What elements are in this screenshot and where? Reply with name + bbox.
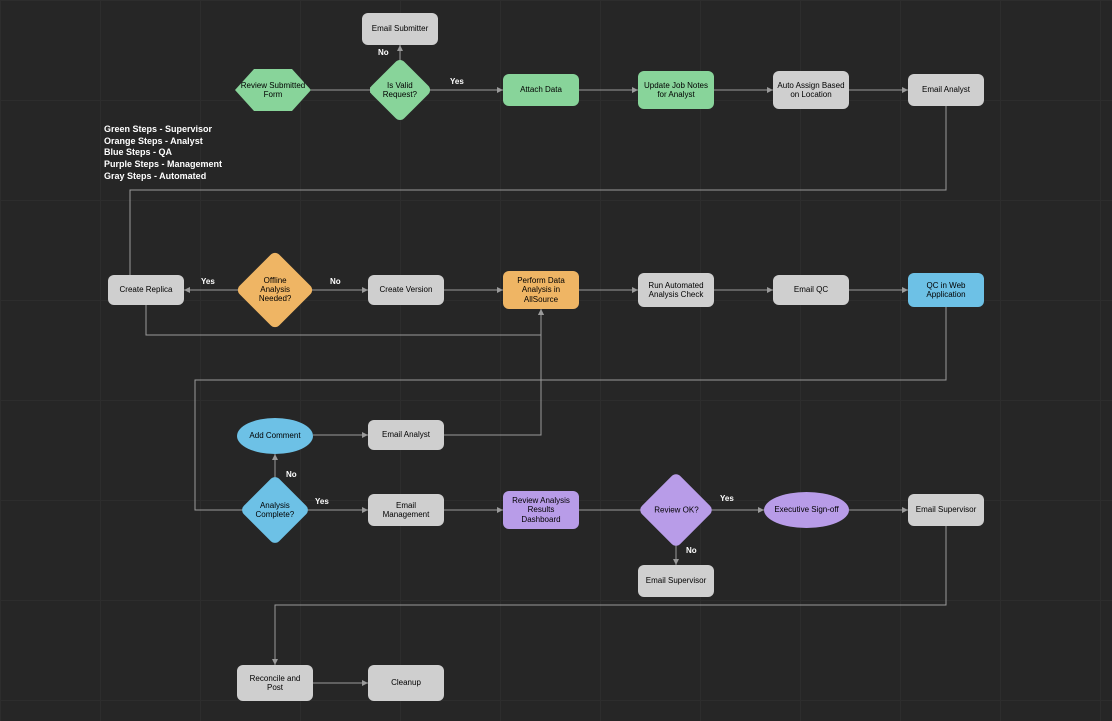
edge-label-yes: Yes — [450, 77, 464, 86]
node-label: Email Management — [372, 501, 440, 519]
legend-line: Green Steps - Supervisor — [104, 124, 222, 136]
node-email-supervisor-1[interactable]: Email Supervisor — [908, 494, 984, 526]
node-label: Create Version — [380, 285, 433, 294]
node-label: Review Analysis Results Dashboard — [507, 496, 575, 524]
node-label: Cleanup — [391, 678, 421, 687]
node-label: Create Replica — [120, 285, 173, 294]
node-email-supervisor-2[interactable]: Email Supervisor — [638, 565, 714, 597]
node-attach-data[interactable]: Attach Data — [503, 74, 579, 106]
legend-line: Gray Steps - Automated — [104, 171, 222, 183]
edge-label-yes: Yes — [720, 494, 734, 503]
node-label: Email Analyst — [922, 85, 970, 94]
legend: Green Steps - Supervisor Orange Steps - … — [104, 124, 222, 182]
node-label: Run Automated Analysis Check — [642, 281, 710, 299]
legend-line: Purple Steps - Management — [104, 159, 222, 171]
node-label: Review Submitted Form — [239, 81, 307, 99]
node-label: Offline Analysis Needed? — [251, 276, 299, 304]
grid-background — [0, 0, 1112, 721]
node-label: Add Comment — [249, 431, 300, 440]
node-email-submitter[interactable]: Email Submitter — [362, 13, 438, 45]
edge-label-no: No — [330, 277, 341, 286]
node-create-replica[interactable]: Create Replica — [108, 275, 184, 305]
node-executive-signoff[interactable]: Executive Sign-off — [764, 492, 849, 528]
edge-label-no: No — [686, 546, 697, 555]
node-label: Email Supervisor — [916, 505, 976, 514]
node-qc-web-app[interactable]: QC in Web Application — [908, 273, 984, 307]
node-label: Email Supervisor — [646, 576, 706, 585]
node-update-job-notes[interactable]: Update Job Notes for Analyst — [638, 71, 714, 109]
node-label: Email QC — [794, 285, 828, 294]
node-label: Perform Data Analysis in AllSource — [507, 276, 575, 304]
legend-line: Blue Steps - QA — [104, 147, 222, 159]
node-perform-data-analysis[interactable]: Perform Data Analysis in AllSource — [503, 271, 579, 309]
node-email-management[interactable]: Email Management — [368, 494, 444, 526]
node-label: Is Valid Request? — [381, 81, 419, 99]
node-label: Attach Data — [520, 85, 562, 94]
node-email-analyst-1[interactable]: Email Analyst — [908, 74, 984, 106]
node-label: Reconcile and Post — [241, 674, 309, 692]
node-reconcile-and-post[interactable]: Reconcile and Post — [237, 665, 313, 701]
node-label: QC in Web Application — [912, 281, 980, 299]
node-label: Review OK? — [654, 505, 698, 514]
node-label: Update Job Notes for Analyst — [642, 81, 710, 99]
node-email-analyst-2[interactable]: Email Analyst — [368, 420, 444, 450]
edge-label-no: No — [378, 48, 389, 57]
edge-label-yes: Yes — [315, 497, 329, 506]
node-label: Email Submitter — [372, 24, 428, 33]
node-label: Email Analyst — [382, 430, 430, 439]
legend-line: Orange Steps - Analyst — [104, 136, 222, 148]
node-run-automated-check[interactable]: Run Automated Analysis Check — [638, 273, 714, 307]
edge-label-no: No — [286, 470, 297, 479]
node-auto-assign[interactable]: Auto Assign Based on Location — [773, 71, 849, 109]
node-label: Auto Assign Based on Location — [777, 81, 845, 99]
node-cleanup[interactable]: Cleanup — [368, 665, 444, 701]
node-create-version[interactable]: Create Version — [368, 275, 444, 305]
node-label: Analysis Complete? — [254, 501, 296, 519]
edge-label-yes: Yes — [201, 277, 215, 286]
node-add-comment[interactable]: Add Comment — [237, 418, 313, 454]
flowchart-canvas: Green Steps - Supervisor Orange Steps - … — [0, 0, 1112, 721]
node-email-qc[interactable]: Email QC — [773, 275, 849, 305]
node-review-analysis-results[interactable]: Review Analysis Results Dashboard — [503, 491, 579, 529]
node-label: Executive Sign-off — [774, 505, 838, 514]
